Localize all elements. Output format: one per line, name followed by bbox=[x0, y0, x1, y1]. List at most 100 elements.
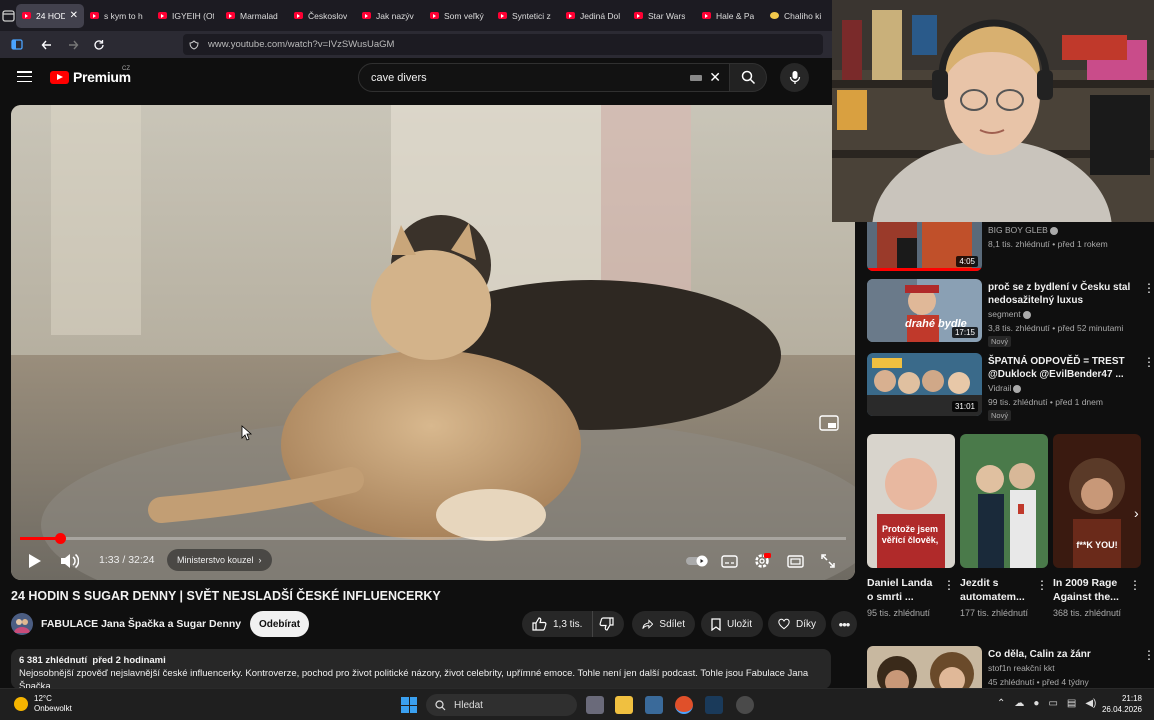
chevron-up-icon[interactable]: ⌃ bbox=[997, 698, 1005, 709]
browser-tab[interactable]: Som veľký bbox=[424, 4, 492, 28]
browser-tab[interactable]: Marmalad bbox=[220, 4, 288, 28]
progress-bar[interactable] bbox=[20, 533, 846, 544]
browser-tab[interactable]: Jak nazýv bbox=[356, 4, 424, 28]
keyboard-icon[interactable] bbox=[690, 75, 702, 81]
subscribe-button[interactable]: Odebírat bbox=[250, 611, 309, 637]
network-icon[interactable]: ▤ bbox=[1067, 698, 1076, 709]
browser-tab[interactable]: IGYEIH (Of bbox=[152, 4, 220, 28]
miniplayer-icon[interactable] bbox=[819, 415, 839, 431]
voice-search-button[interactable] bbox=[780, 63, 809, 92]
browser-tab[interactable]: Českoslov bbox=[288, 4, 356, 28]
list-item[interactable]: 31:01 ŠPATNÁ ODPOVĚĎ = TREST @Duklock @E… bbox=[867, 353, 1154, 423]
short-thumbnail[interactable] bbox=[960, 434, 1048, 568]
short-item[interactable]: f**K YOU! In 2009 Rage Against the... 36… bbox=[1053, 434, 1141, 620]
obs-icon[interactable] bbox=[736, 696, 754, 714]
channel-name[interactable]: FABULACE Jana Špačka a Sugar Denny bbox=[41, 618, 241, 630]
dislike-button[interactable] bbox=[592, 611, 624, 637]
browser-tab[interactable]: Hale & Pa bbox=[696, 4, 764, 28]
video-channel[interactable]: Vidrail bbox=[988, 383, 1022, 393]
sidebar-toggle-icon[interactable] bbox=[5, 33, 29, 57]
temperature: 12°C bbox=[34, 694, 52, 703]
search-button[interactable] bbox=[730, 63, 767, 92]
video-player[interactable]: 1:33 / 32:24 Ministerstvo kouzel › bbox=[11, 105, 855, 580]
new-badge: Nový bbox=[988, 410, 1012, 421]
short-title: Daniel Landa o smrti ... bbox=[867, 577, 933, 603]
video-title[interactable]: ŠPATNÁ ODPOVĚĎ = TREST @Duklock @EvilBen… bbox=[988, 356, 1133, 381]
start-button[interactable] bbox=[401, 697, 417, 713]
address-bar[interactable]: www.youtube.com/watch?v=IVzSWusUaGM bbox=[183, 34, 823, 55]
more-vertical-icon[interactable]: ⋮ bbox=[1129, 578, 1141, 592]
video-thumbnail[interactable] bbox=[867, 646, 982, 688]
view-count: 6 381 zhlédnutí bbox=[19, 655, 88, 666]
site-info-icon[interactable] bbox=[189, 39, 199, 50]
close-tab-icon[interactable]: ✕ bbox=[70, 10, 78, 21]
video-channel[interactable]: segment bbox=[988, 309, 1031, 319]
taskbar-search[interactable]: Hledat bbox=[426, 694, 577, 716]
tab-favicon-icon bbox=[634, 12, 643, 19]
firefox-icon[interactable] bbox=[675, 696, 693, 714]
cloud-icon[interactable]: ☁ bbox=[1014, 698, 1024, 709]
mic-tray-icon[interactable]: ● bbox=[1033, 698, 1039, 709]
more-vertical-icon[interactable]: ⋮ bbox=[943, 578, 955, 592]
menu-icon[interactable] bbox=[17, 71, 32, 82]
short-thumbnail[interactable]: f**K YOU! bbox=[1053, 434, 1141, 568]
more-vertical-icon[interactable]: ⋮ bbox=[1143, 648, 1154, 662]
volume-button[interactable] bbox=[59, 552, 80, 570]
monitor-icon[interactable]: ▭ bbox=[1048, 698, 1057, 709]
browser-tab[interactable]: Jediná Dol bbox=[560, 4, 628, 28]
video-thumbnail[interactable]: 4:05 bbox=[867, 222, 982, 271]
more-vertical-icon[interactable]: ⋮ bbox=[1143, 355, 1154, 369]
clock[interactable]: 21:18 26.04.2026 bbox=[1090, 693, 1142, 715]
fullscreen-icon[interactable] bbox=[819, 552, 837, 570]
description-box[interactable]: 6 381 zhlédnutí před 2 hodinami Nejosobn… bbox=[11, 649, 831, 689]
reload-icon[interactable] bbox=[87, 33, 111, 57]
short-item[interactable]: Jezdit s automatem... 177 tis. zhlédnutí… bbox=[960, 434, 1048, 620]
file-explorer-icon[interactable] bbox=[615, 696, 633, 714]
channel-avatar[interactable] bbox=[11, 613, 33, 635]
browser-tab[interactable]: Star Wars bbox=[628, 4, 696, 28]
autoplay-toggle[interactable] bbox=[685, 552, 709, 570]
clear-search-icon[interactable]: ✕ bbox=[709, 69, 721, 86]
browser-tab[interactable]: Chaliho ki bbox=[764, 4, 832, 28]
search-input[interactable]: cave divers ✕ bbox=[358, 63, 730, 92]
video-thumbnail[interactable]: drahé bydle 17:15 bbox=[867, 279, 982, 342]
subtitles-icon[interactable] bbox=[720, 552, 738, 570]
more-vertical-icon[interactable]: ⋮ bbox=[1143, 281, 1154, 295]
share-button[interactable]: Sdílet bbox=[632, 611, 695, 637]
youtube-logo[interactable]: Premium CZ bbox=[50, 66, 131, 85]
share-icon bbox=[642, 618, 654, 629]
list-item[interactable]: Co děla, Calin za žánr stof1n reakční kk… bbox=[867, 646, 1154, 688]
forward-icon[interactable] bbox=[61, 33, 85, 57]
video-title[interactable]: Co děla, Calin za žánr bbox=[988, 649, 1133, 662]
browser-tab[interactable]: s kym to h bbox=[84, 4, 152, 28]
chevron-right-icon[interactable]: › bbox=[1134, 505, 1139, 521]
list-item[interactable]: drahé bydle 17:15 proč se z bydlení v Če… bbox=[867, 279, 1154, 349]
short-item[interactable]: Protože jsem věřící člověk, Daniel Landa… bbox=[867, 434, 955, 620]
list-item[interactable]: 4:05 BIG BOY GLEB 8,1 tis. zhlédnutí • p… bbox=[867, 222, 1153, 278]
app-icon[interactable] bbox=[645, 696, 663, 714]
save-button[interactable]: Uložit bbox=[701, 611, 763, 637]
browser-tab[interactable]: Syntetici z bbox=[492, 4, 560, 28]
back-icon[interactable] bbox=[35, 33, 59, 57]
progress-scrubber[interactable] bbox=[55, 533, 66, 544]
short-thumbnail[interactable]: Protože jsem věřící člověk, bbox=[867, 434, 955, 568]
play-button[interactable] bbox=[25, 552, 43, 570]
video-channel[interactable]: stof1n reakční kkt bbox=[988, 663, 1055, 673]
video-thumbnail[interactable]: 31:01 bbox=[867, 353, 982, 416]
settings-icon[interactable] bbox=[753, 552, 771, 570]
search-value: cave divers bbox=[371, 71, 427, 84]
browser-tab[interactable]: 24 HOD ✕ bbox=[16, 3, 84, 28]
browser-tab-bar: 24 HOD ✕ s kym to h IGYEIH (Of Marmalad Česko… bbox=[0, 0, 832, 31]
video-channel[interactable]: BIG BOY GLEB bbox=[988, 225, 1058, 235]
more-actions-button[interactable]: ••• bbox=[831, 611, 857, 637]
description-meta: 6 381 zhlédnutí před 2 hodinami bbox=[19, 654, 823, 667]
tab-overview-icon[interactable] bbox=[0, 0, 16, 31]
thanks-button[interactable]: Díky bbox=[768, 611, 826, 637]
more-vertical-icon[interactable]: ⋮ bbox=[1036, 578, 1048, 592]
theater-mode-icon[interactable] bbox=[786, 552, 804, 570]
task-view-icon[interactable] bbox=[586, 696, 604, 714]
weather-widget[interactable]: 12°C Onbewolkt bbox=[14, 694, 72, 714]
video-title[interactable]: proč se z bydlení v Česku stal nedosažit… bbox=[988, 282, 1133, 307]
chapter-button[interactable]: Ministerstvo kouzel › bbox=[167, 549, 272, 571]
steam-icon[interactable] bbox=[705, 696, 723, 714]
